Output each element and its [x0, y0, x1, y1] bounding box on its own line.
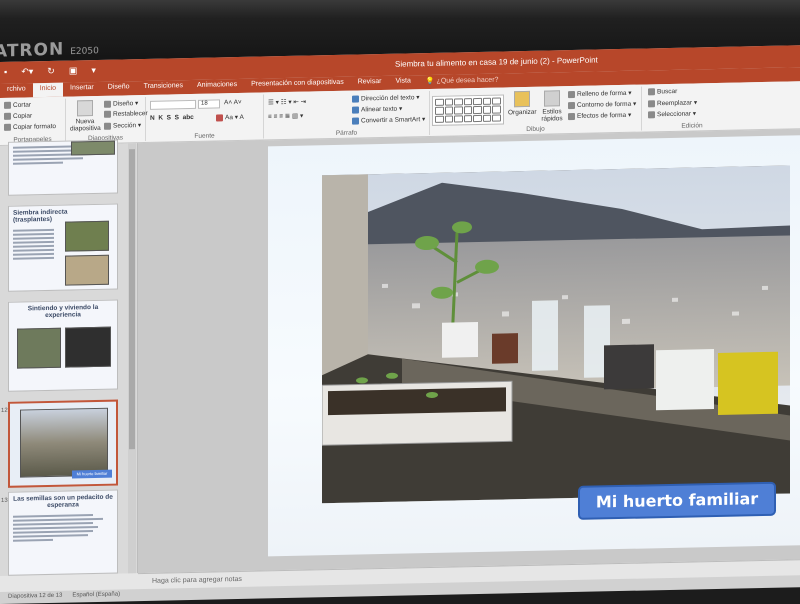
slide-number-13: 13: [1, 497, 8, 504]
quick-styles-icon: [544, 90, 560, 107]
thumbnail-photo: [20, 407, 108, 478]
tab-animaciones[interactable]: Animaciones: [190, 79, 244, 94]
text-direction-button[interactable]: Dirección del texto ▾: [352, 93, 420, 102]
layout-button[interactable]: Diseño ▾: [104, 99, 138, 108]
slide-thumbnail-11a[interactable]: Siembra indirecta (trasplantes): [8, 203, 118, 292]
find-button[interactable]: Buscar: [648, 88, 677, 96]
new-slide-icon: [77, 100, 93, 117]
tab-revisar[interactable]: Revisar: [351, 76, 389, 91]
thumbnail-photo: [65, 326, 111, 368]
current-slide[interactable]: Mi huerto familiar: [268, 135, 800, 557]
group-editing: Buscar Reemplazar ▾ Seleccionar ▾ Edició…: [642, 84, 742, 130]
thumbnail-scrollbar[interactable]: [128, 143, 136, 574]
thumbnail-text-lines: [9, 509, 117, 545]
smartart-button[interactable]: Convertir a SmartArt ▾: [352, 115, 425, 125]
thumbnail-photo: [65, 254, 109, 286]
group-font: 18 A˄ A˅ N K S S abc Aa ▾ A Fuente: [146, 94, 264, 141]
thumbnail-photo: [71, 140, 115, 156]
tab-inicio[interactable]: Inicio: [32, 82, 64, 98]
window-title: Siembra tu alimento en casa 19 de junio …: [395, 55, 598, 69]
thumbnail-title: Las semillas son un pedacito de esperanz…: [13, 493, 113, 510]
arrange-icon: [514, 90, 530, 108]
grow-font-icon[interactable]: A˄ A˅: [224, 99, 242, 106]
thumbnail-text-lines: [9, 225, 68, 264]
align-icons[interactable]: ≡ ≡ ≡ ≣ ▥ ▾: [268, 112, 303, 121]
scrollbar-thumb[interactable]: [129, 149, 135, 450]
tab-archivo[interactable]: rchivo: [0, 83, 33, 98]
bullets-icon[interactable]: ☰ ▾ ☷ ▾ ⇤ ⇥: [268, 98, 306, 107]
group-slides: Nueva diapositiva Diseño ▾ Restablecer S…: [66, 96, 148, 143]
slide-thumbnail-pane: Siembra indirecta (trasplantes) Sintiend…: [0, 139, 138, 576]
shape-outline-button[interactable]: Contorno de forma ▾: [568, 100, 636, 109]
slide-thumbnail-12[interactable]: Mi huerto familiar: [8, 399, 118, 488]
bold-button[interactable]: N: [150, 115, 155, 122]
group-label-font: Fuente: [194, 132, 215, 140]
redo-icon[interactable]: ↻: [47, 66, 55, 77]
copy-button[interactable]: Copiar: [4, 112, 32, 120]
group-paragraph: ☰ ▾ ☷ ▾ ⇤ ⇥ ≡ ≡ ≡ ≣ ▥ ▾ Dirección del te…: [264, 90, 430, 139]
new-slide-button[interactable]: Nueva diapositiva: [70, 100, 101, 133]
tab-diseno[interactable]: Diseño: [101, 81, 137, 96]
shape-fill-button[interactable]: Relleno de forma ▾: [568, 89, 632, 98]
thumbnail-title: Sintiendo y viviendo la experiencia: [27, 303, 99, 320]
shadow-button[interactable]: abc: [183, 114, 194, 121]
font-color-icon[interactable]: Aa ▾ A: [216, 113, 244, 122]
slide-canvas: Mi huerto familiar: [138, 129, 800, 574]
thumbnail-caption: Mi huerto familiar: [72, 469, 112, 479]
italic-button[interactable]: K: [158, 115, 163, 122]
align-text-button[interactable]: Alinear texto ▾: [352, 105, 402, 114]
monitor-brand: ATRON E2050: [0, 39, 99, 62]
replace-button[interactable]: Reemplazar ▾: [648, 98, 697, 107]
tell-me-label: ¿Qué desea hacer?: [436, 76, 499, 85]
font-style-buttons: N K S S abc: [150, 114, 194, 122]
cut-button[interactable]: Cortar: [4, 101, 31, 109]
font-name-input[interactable]: [150, 99, 196, 110]
undo-icon[interactable]: ↶▾: [21, 66, 33, 77]
slide-number-12: 12: [1, 407, 8, 414]
slide-thumbnail-sintiendo[interactable]: Sintiendo y viviendo la experiencia: [8, 299, 118, 392]
select-button[interactable]: Seleccionar ▾: [648, 109, 696, 118]
garden-photo[interactable]: [322, 165, 790, 504]
strikethrough-button[interactable]: S: [175, 114, 179, 121]
slide-thumbnail-13[interactable]: Las semillas son un pedacito de esperanz…: [8, 489, 118, 576]
powerpoint-window: ▪ ↶▾ ↻ ▣ ▾ Siembra tu alimento en casa 1…: [0, 45, 800, 604]
slide-thumbnail-10[interactable]: [8, 139, 118, 196]
tab-vista[interactable]: Vista: [388, 75, 417, 90]
language-indicator[interactable]: Español (España): [72, 591, 120, 600]
quick-styles-button[interactable]: Estilos rápidos: [538, 90, 566, 123]
underline-button[interactable]: S: [167, 114, 171, 121]
thumbnail-photo: [65, 220, 109, 252]
customize-qat-icon[interactable]: ▾: [91, 65, 96, 76]
thumbnail-photo: [17, 327, 61, 369]
font-size-input[interactable]: 18: [198, 99, 220, 109]
group-label-editing: Edición: [681, 122, 703, 130]
arrange-button[interactable]: Organizar: [508, 90, 537, 116]
slide-caption[interactable]: Mi huerto familiar: [578, 481, 776, 520]
tab-insertar[interactable]: Insertar: [63, 82, 101, 97]
slide-counter: Diapositiva 12 de 13: [8, 592, 63, 600]
shapes-gallery[interactable]: [432, 94, 504, 126]
garden-photo-image: [322, 165, 790, 504]
format-painter-button[interactable]: Copiar formato: [4, 123, 56, 131]
reset-button[interactable]: Restablecer: [104, 110, 148, 118]
save-icon[interactable]: ▪: [4, 67, 7, 78]
shape-effects-button[interactable]: Efectos de forma ▾: [568, 111, 631, 120]
group-drawing: Organizar Estilos rápidos Relleno de for…: [430, 86, 642, 135]
group-clipboard: Cortar Copiar Copiar formato Portapapele…: [0, 98, 66, 144]
section-button[interactable]: Sección ▾: [104, 121, 141, 130]
start-presentation-icon[interactable]: ▣: [69, 65, 78, 76]
tab-transiciones[interactable]: Transiciones: [137, 80, 190, 95]
quick-access-toolbar: ▪ ↶▾ ↻ ▣ ▾: [4, 65, 96, 78]
